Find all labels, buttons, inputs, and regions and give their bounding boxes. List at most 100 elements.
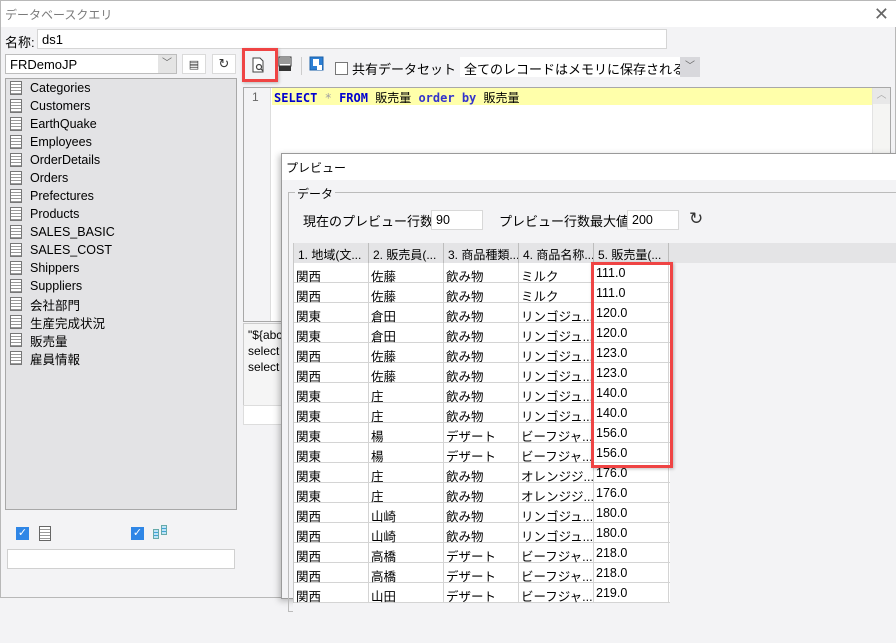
chevron-down-icon[interactable]: ﹀ xyxy=(680,57,700,77)
table-cell: ビーフジャ... xyxy=(519,423,594,443)
table-cell: ビーフジャ... xyxy=(519,543,594,563)
table-list-item[interactable]: Shippers xyxy=(6,259,236,277)
column-header[interactable]: 5. 販売量(... xyxy=(594,243,669,263)
table-row[interactable]: 関西 高橋 デザート ビーフジャ... 218.0 xyxy=(294,563,670,583)
table-list-item[interactable]: Categories xyxy=(6,79,236,97)
name-input[interactable] xyxy=(37,29,667,49)
table-row[interactable]: 関東庄飲み物 オレンジジ... 176.0 xyxy=(294,463,670,483)
name-label: 名称: xyxy=(5,35,35,50)
column-header[interactable]: 3. 商品種類... xyxy=(444,243,519,263)
table-cell: 山崎 xyxy=(369,523,444,543)
table-list-item[interactable]: OrderDetails xyxy=(6,151,236,169)
checkbox-box[interactable] xyxy=(335,62,348,75)
table-cell: オレンジジ... xyxy=(519,463,594,483)
chevron-down-icon[interactable]: ﹀ xyxy=(158,55,176,73)
table-row[interactable]: 関東 倉田 飲み物 リンゴジュ... 120.0 xyxy=(294,303,670,323)
table-icon xyxy=(39,526,51,541)
save-button[interactable] xyxy=(309,56,327,74)
show-views-checkbox[interactable]: ✓ xyxy=(131,527,144,540)
window-title: データベースクエリ xyxy=(5,8,113,22)
table-cell: 関東 xyxy=(294,323,369,343)
sql-table-name: 販売量 xyxy=(375,91,412,105)
table-cell: 111.0 xyxy=(594,263,669,283)
preview-dialog: プレビュー データ 現在のプレビュー行数: プレビュー行数最大値: ↻ 1. 地… xyxy=(281,153,896,643)
table-row[interactable]: 関東 倉田 飲み物 リンゴジュ... 120.0 xyxy=(294,323,670,343)
table-row[interactable]: 関東庄飲み物 オレンジジ... 176.0 xyxy=(294,483,670,503)
table-cell: デザート xyxy=(444,423,519,443)
table-list-item[interactable]: Customers xyxy=(6,97,236,115)
scroll-up-icon[interactable]: ︿ xyxy=(873,88,890,104)
datasource-select[interactable]: FRDemoJP ﹀ xyxy=(5,54,177,74)
table-icon xyxy=(10,135,22,149)
table-name: 販売量 xyxy=(30,334,68,349)
table-list-item[interactable]: SALES_BASIC xyxy=(6,223,236,241)
table-row[interactable]: 関西 佐藤 飲み物 ミルク 111.0 xyxy=(294,263,670,283)
table-row[interactable]: 関東楊デザート ビーフジャ... 156.0 xyxy=(294,443,670,463)
show-tables-checkbox[interactable]: ✓ xyxy=(16,527,29,540)
column-header[interactable]: 1. 地域(文... xyxy=(294,243,369,263)
table-cell: 飲み物 xyxy=(444,403,519,423)
table-row[interactable]: 関西 高橋 デザート ビーフジャ... 218.0 xyxy=(294,543,670,563)
table-cell: 飲み物 xyxy=(444,283,519,303)
table-icon xyxy=(10,189,22,203)
table-row[interactable]: 関東庄飲み物 リンゴジュ... 140.0 xyxy=(294,383,670,403)
table-list-item[interactable]: EarthQuake xyxy=(6,115,236,133)
table-name: SALES_COST xyxy=(30,243,112,257)
table-row[interactable]: 関西 佐藤 飲み物 ミルク 111.0 xyxy=(294,283,670,303)
preview-button[interactable] xyxy=(249,56,267,74)
table-name: 会社部門 xyxy=(30,298,81,313)
current-rows-input[interactable] xyxy=(431,210,483,230)
table-list-item[interactable]: Prefectures xyxy=(6,187,236,205)
table-icon xyxy=(10,81,22,95)
table-cell: 123.0 xyxy=(594,343,669,363)
table-row[interactable]: 関西 佐藤 飲み物 リンゴジュ... 123.0 xyxy=(294,363,670,383)
table-list-item[interactable]: 販売量 xyxy=(6,331,236,349)
table-cell: 高橋 xyxy=(369,543,444,563)
table-list-item[interactable]: 会社部門 xyxy=(6,295,236,313)
table-list-item[interactable]: Employees xyxy=(6,133,236,151)
memory-option-select[interactable]: 全てのレコードはメモリに保存される ﹀ xyxy=(460,57,700,77)
table-cell: リンゴジュ... xyxy=(519,383,594,403)
table-cell: リンゴジュ... xyxy=(519,343,594,363)
shared-dataset-checkbox[interactable]: 共有データセット xyxy=(335,59,456,78)
table-name: Orders xyxy=(30,171,69,185)
column-header[interactable]: 4. 商品名称... xyxy=(519,243,594,263)
table-row[interactable]: 関西 佐藤 飲み物 リンゴジュ... 123.0 xyxy=(294,343,670,363)
table-list: Categories Customers EarthQuake Employees Or… xyxy=(5,78,237,510)
table-list-item[interactable]: Suppliers xyxy=(6,277,236,295)
table-list-item[interactable]: Orders xyxy=(6,169,236,187)
table-list-item[interactable]: 雇員情報 xyxy=(6,349,236,367)
table-cell: オレンジジ... xyxy=(519,483,594,503)
refresh-preview-icon[interactable]: ↻ xyxy=(689,209,703,229)
table-list-item[interactable]: SALES_COST xyxy=(6,241,236,259)
table-cell: 高橋 xyxy=(369,563,444,583)
table-icon xyxy=(10,333,22,347)
sql-line-1[interactable]: SELECT * FROM 販売量 order by 販売量 xyxy=(272,88,872,105)
table-filter-input[interactable] xyxy=(7,549,235,569)
view-icon xyxy=(153,525,169,540)
table-row[interactable]: 関東楊デザート ビーフジャ... 156.0 xyxy=(294,423,670,443)
table-cell: 140.0 xyxy=(594,403,669,423)
table-row[interactable]: 関東庄飲み物 リンゴジュ... 140.0 xyxy=(294,403,670,423)
table-row[interactable]: 関西 山崎 飲み物 リンゴジュ... 180.0 xyxy=(294,523,670,543)
refresh-button[interactable]: ↻ xyxy=(212,54,236,74)
table-icon xyxy=(10,207,22,221)
column-header[interactable]: 2. 販売員(... xyxy=(369,243,444,263)
grid-body: 関西 佐藤 飲み物 ミルク 111.0 関西 佐藤 飲み物 ミルク 111.0 関東 倉田 飲み物 リンゴ… xyxy=(293,263,670,603)
table-list-item[interactable]: Products xyxy=(6,205,236,223)
table-cell: 180.0 xyxy=(594,503,669,523)
edit-connection-button[interactable]: ▤ xyxy=(182,54,206,74)
table-row[interactable]: 関西 山田 デザート ビーフジャ... 219.0 xyxy=(294,583,670,603)
table-cell: 佐藤 xyxy=(369,263,444,283)
table-list-item[interactable]: 生産完成状況 xyxy=(6,313,236,331)
table-cell: リンゴジュ... xyxy=(519,523,594,543)
preview-grid: 1. 地域(文... 2. 販売員(... 3. 商品種類... 4. 商品名称...… xyxy=(293,243,896,643)
close-icon[interactable]: ✕ xyxy=(874,4,889,25)
table-cell: 関東 xyxy=(294,463,369,483)
table-row[interactable]: 関西 山崎 飲み物 リンゴジュ... 180.0 xyxy=(294,503,670,523)
table-cell: 飲み物 xyxy=(444,303,519,323)
sql-button[interactable] xyxy=(277,56,295,74)
table-cell: デザート xyxy=(444,443,519,463)
edit-connection-icon: ▤ xyxy=(188,59,200,71)
max-rows-input[interactable] xyxy=(627,210,679,230)
